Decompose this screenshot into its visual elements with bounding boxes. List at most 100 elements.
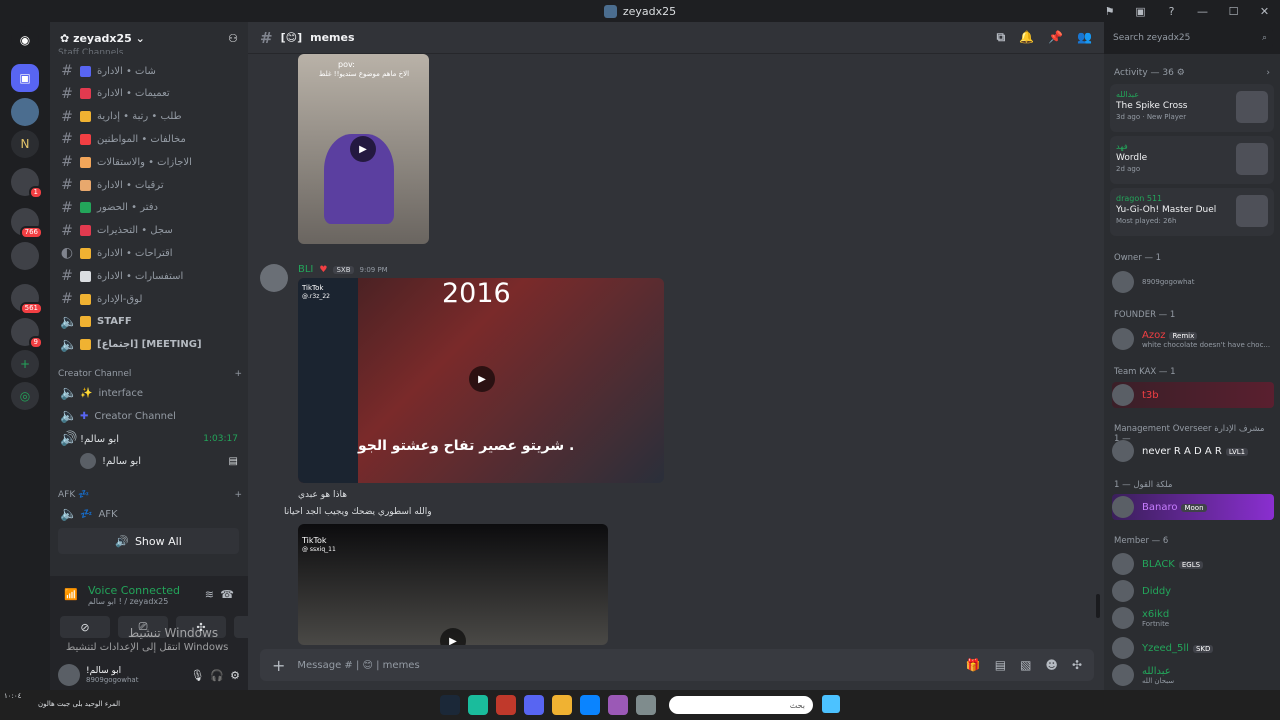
channel-creator[interactable]: 🔈 ✚ Creator Channel [56, 405, 242, 427]
headphones-icon[interactable]: 🎧 [210, 669, 224, 682]
apps-icon[interactable]: ✣ [1072, 658, 1082, 672]
add-channel-icon[interactable]: + [234, 490, 242, 500]
bell-icon[interactable]: 🔔 [1019, 30, 1034, 45]
channel-item[interactable]: # شات • الادارة [56, 60, 242, 82]
staff-category[interactable]: Staff Channels [58, 48, 242, 54]
taskbar-search[interactable]: بحث [669, 696, 813, 714]
channel-item[interactable]: # مخالفات • المواطنين [56, 128, 242, 150]
channel-item[interactable]: # تعميمات • الادارة [56, 83, 242, 105]
member-item[interactable]: عبدالله سبحان الله [1112, 662, 1274, 688]
chevron-right-icon[interactable]: › [1266, 68, 1270, 78]
discord-home-icon[interactable]: ◉ [11, 26, 39, 54]
server-icon[interactable]: N [11, 130, 39, 158]
afk-category[interactable]: AFK 💤 + [58, 490, 242, 500]
activity-header[interactable]: Activity — 36 ⚙ › [1104, 54, 1280, 84]
start-icon[interactable] [822, 695, 840, 713]
activity-card[interactable]: فهد Wordle 2d ago [1110, 136, 1274, 184]
app-icon[interactable] [468, 695, 488, 715]
gif-icon[interactable]: ▤ [995, 658, 1006, 672]
explorer-icon[interactable] [552, 695, 572, 715]
settings-icon[interactable]: ⚙ [230, 669, 240, 682]
attach-icon[interactable]: + [272, 656, 285, 675]
activity-card[interactable]: dragon 511 Yu-Gi-Oh! Master Duel Most play… [1110, 188, 1274, 236]
server-folder-icon[interactable]: 9 [11, 318, 43, 349]
edge-icon[interactable] [580, 695, 600, 715]
scrollbar[interactable] [1096, 594, 1100, 618]
author-avatar[interactable] [260, 264, 288, 292]
channel-item[interactable]: # سجل • التحذيرات [56, 220, 242, 242]
server-folder-icon[interactable]: 1 [11, 168, 43, 199]
channel-item[interactable]: # الاجازات • والاستقالات [56, 151, 242, 173]
play-icon[interactable]: ▶ [350, 136, 376, 162]
game-thumbnail [1236, 195, 1268, 227]
member-item[interactable]: never R A D A R LVL1 [1112, 438, 1274, 464]
channel-item[interactable]: # طلب • رتبة • إدارية [56, 106, 242, 128]
sticker-icon[interactable]: ▧ [1020, 658, 1031, 672]
channel-item[interactable]: # لوق-الإدارة [56, 288, 242, 310]
minimize-button[interactable]: — [1187, 5, 1218, 18]
member-item[interactable]: Azoz Remix white chocolate doesn't have ch… [1112, 326, 1274, 352]
close-button[interactable]: ✕ [1249, 5, 1280, 18]
emoji-icon[interactable]: ☻ [1045, 658, 1058, 672]
screen-icon[interactable]: ▣ [1125, 5, 1156, 18]
voice-member[interactable]: !ابو سالم ▤ [76, 450, 242, 472]
disconnect-icon[interactable]: ☎ [220, 588, 234, 601]
play-icon[interactable]: ▶ [440, 628, 466, 645]
server-icon[interactable] [11, 98, 39, 126]
threads-icon[interactable]: ⧉ [997, 30, 1006, 45]
member-item[interactable]: Diddy [1112, 578, 1274, 604]
channel-item[interactable]: # دفتر • الحضور [56, 197, 242, 219]
message-composer[interactable]: + Message # | 😊 | memes 🎁 ▤ ▧ ☻ ✣ [260, 649, 1094, 681]
gift-icon[interactable]: 🎁 [966, 658, 981, 672]
video-embed[interactable]: TikTok @ ssxiq_11 ▶ [298, 524, 608, 645]
search-input[interactable]: Search zeyadx25 ⌕ [1107, 28, 1273, 48]
dm-icon[interactable]: ▣ [11, 64, 39, 92]
creator-category[interactable]: Creator Channel + [58, 369, 242, 379]
channel-item[interactable]: ◐ اقتراحات • الادارة [56, 242, 242, 264]
channel-item[interactable]: 🔈 [اجتماع] [MEETING] [56, 334, 242, 356]
members-icon[interactable]: 👥 [1077, 30, 1092, 45]
app-icon[interactable] [496, 695, 516, 715]
help-icon[interactable]: ? [1156, 5, 1187, 18]
member-item[interactable]: Yzeed_5ll SKD [1112, 635, 1274, 661]
invite-icon[interactable]: ⚇ [228, 32, 238, 45]
noise-suppression-icon[interactable]: ≋ [205, 588, 214, 601]
add-server-icon[interactable]: + [11, 350, 39, 378]
add-channel-icon[interactable]: + [234, 369, 242, 379]
server-folder-icon[interactable]: 766 [11, 208, 43, 239]
pin-icon[interactable]: 📌 [1048, 30, 1063, 45]
video-embed[interactable]: TikTok @.r3z_22 2016 ▶ شريتو عصير تفاح و… [298, 278, 664, 483]
video-embed[interactable]: pov: الاخ ماهم موضوع ستديو!! غلط ▶ [298, 54, 429, 244]
member-item[interactable]: x6ikd Fortnite [1112, 605, 1274, 631]
server-folder-icon[interactable] [11, 242, 39, 270]
app-icon[interactable] [608, 695, 628, 715]
author-name[interactable]: BLI [298, 264, 313, 275]
show-all-button[interactable]: 🔊 Show All [58, 528, 239, 554]
inbox-icon[interactable]: ⚑ [1094, 5, 1125, 18]
channel-interface[interactable]: 🔈 ✨ interface [56, 382, 242, 404]
play-icon[interactable]: ▶ [469, 366, 495, 392]
member-text: never R A D A R LVL1 [1142, 446, 1249, 457]
news-widget[interactable]: المرء الوحيد بلى جبت هالون [38, 700, 120, 708]
app-icon[interactable] [636, 695, 656, 715]
member-item[interactable]: 8909gogowhat [1112, 269, 1274, 295]
steam-icon[interactable] [440, 695, 460, 715]
hash-icon: # [61, 154, 73, 171]
user-panel[interactable]: !ابو سالم 8909gogowhat 🎙 🎧 ⚙ [50, 660, 248, 690]
server-folder-icon[interactable]: 561 [11, 284, 43, 315]
mic-icon[interactable]: 🎙 [190, 669, 204, 682]
member-item[interactable]: BLACK EGLS [1112, 551, 1274, 577]
discord-taskbar-icon[interactable] [524, 695, 544, 715]
active-voice-channel[interactable]: 🔊 !ابو سالم 1:03:17 [56, 428, 242, 450]
channel-afk[interactable]: 🔈 💤 AFK [56, 503, 242, 525]
activity-card[interactable]: عبدالله The Spike Cross 3d ago · New Playe… [1110, 84, 1274, 132]
camera-button[interactable]: ⊘ [60, 616, 110, 638]
channel-item[interactable]: # استفسارات • الادارة [56, 265, 242, 287]
message-input[interactable]: Message # | 😊 | memes [297, 660, 419, 671]
channel-item[interactable]: # ترقيات • الادارة [56, 174, 242, 196]
channel-item[interactable]: 🔈 STAFF [56, 311, 242, 333]
maximize-button[interactable]: ☐ [1218, 5, 1249, 18]
discover-icon[interactable]: ◎ [11, 382, 39, 410]
member-item[interactable]: Banaro Moon [1112, 494, 1274, 520]
member-item[interactable]: t3b [1112, 382, 1274, 408]
